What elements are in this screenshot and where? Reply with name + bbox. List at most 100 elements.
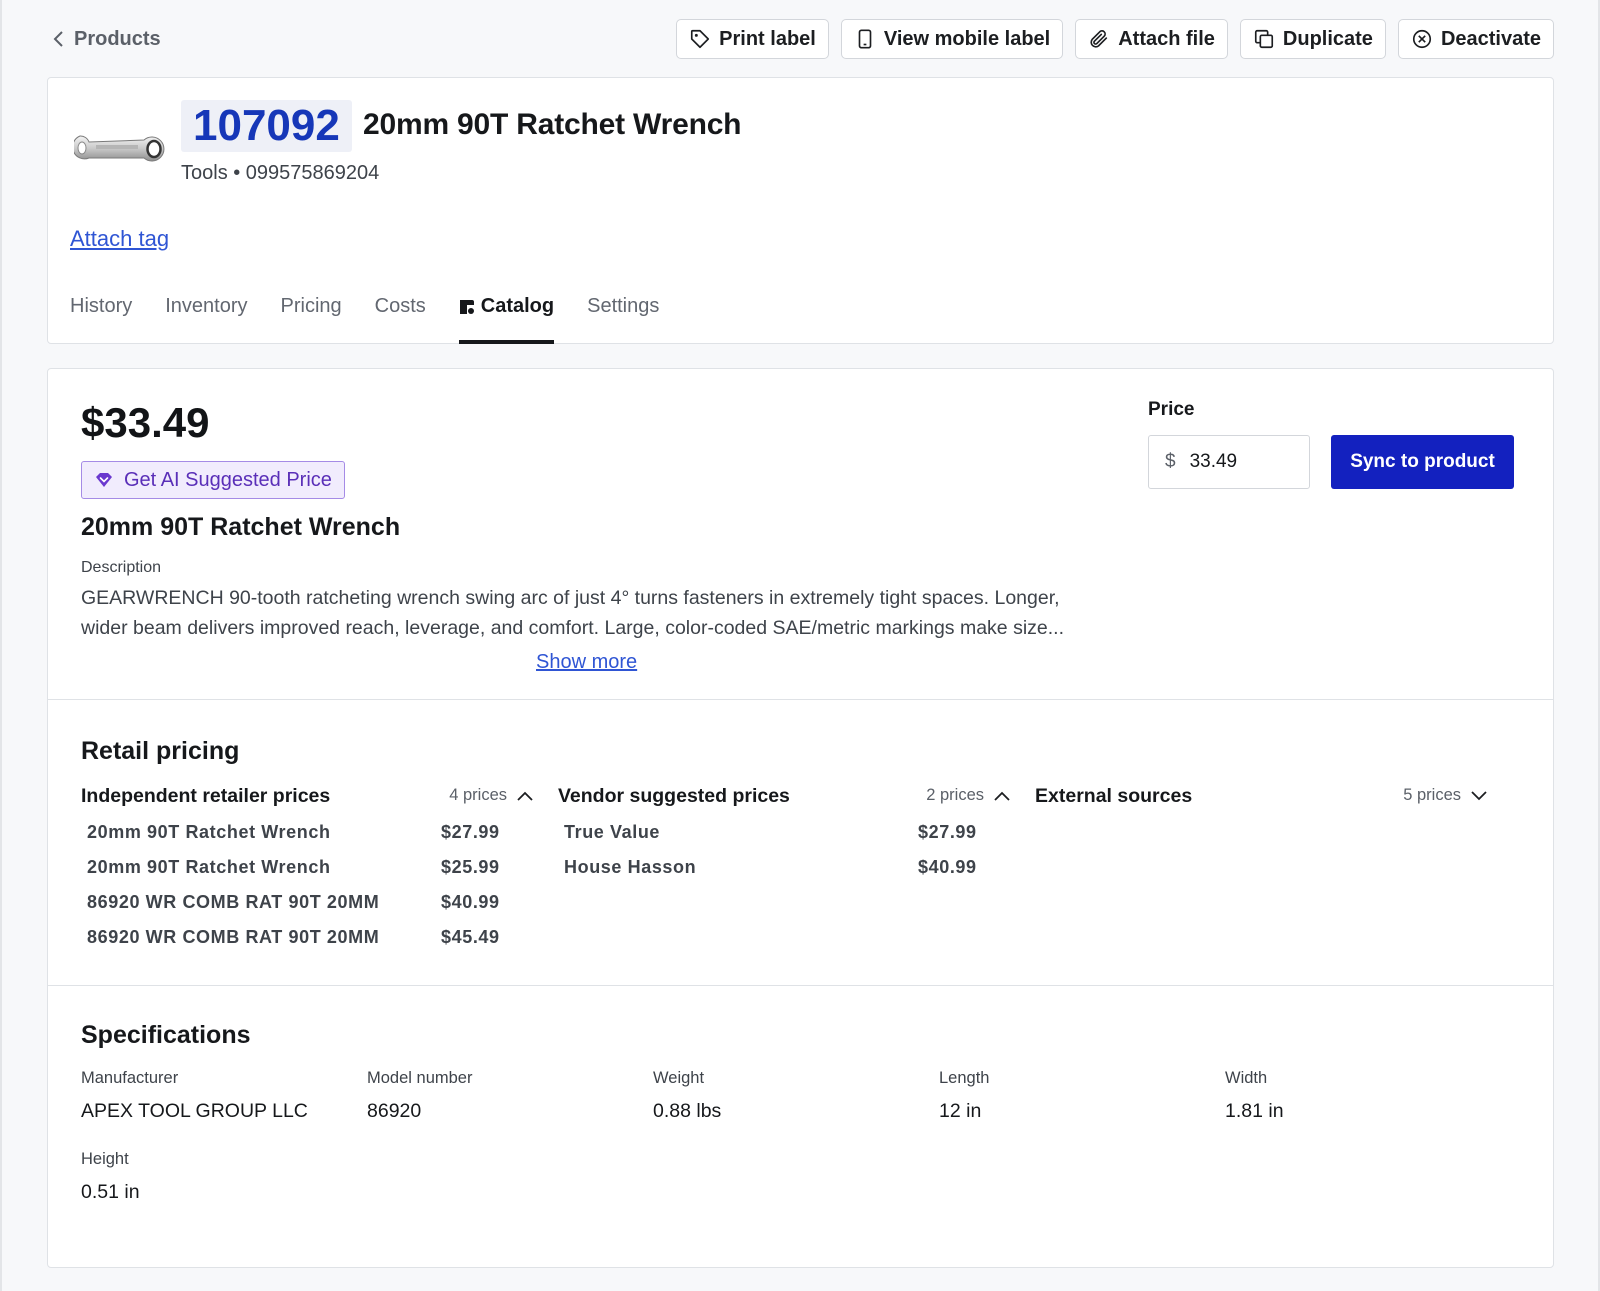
ai-suggested-price-button[interactable]: Get AI Suggested Price	[81, 461, 345, 499]
list-item: 86920 WR COMB RAT 90T 20MM $40.99	[81, 881, 533, 916]
spec-value: 12 in	[939, 1100, 982, 1122]
tab-inventory[interactable]: Inventory	[165, 286, 247, 344]
expand-toggle[interactable]: 5 prices	[1403, 786, 1487, 805]
spec-value: 0.51 in	[81, 1181, 140, 1203]
print-label-button[interactable]: Print label	[676, 19, 829, 59]
spec-label: Width	[1225, 1069, 1268, 1087]
attach-file-button[interactable]: Attach file	[1075, 19, 1228, 59]
retailer-price: $40.99	[441, 892, 500, 912]
price-field-label: Price	[1148, 399, 1195, 420]
chevron-down-icon	[1471, 790, 1487, 800]
tab-label: Catalog	[480, 295, 555, 317]
tab-costs[interactable]: Costs	[375, 286, 426, 344]
spec-label: Model number	[367, 1069, 473, 1087]
mobile-icon	[858, 29, 872, 49]
vendor-suggested-column: Vendor suggested prices 2 prices True Va…	[558, 785, 1010, 881]
back-link-label: Products	[74, 27, 161, 50]
list-item: 86920 WR COMB RAT 90T 20MM $45.49	[81, 916, 533, 951]
tab-label: Costs	[374, 295, 426, 317]
view-mobile-label-button[interactable]: View mobile label	[840, 19, 1064, 59]
tab-history[interactable]: History	[70, 286, 132, 344]
tab-label: Inventory	[165, 295, 248, 317]
duplicate-text: Duplicate	[1282, 27, 1373, 50]
current-price: $33.49	[81, 399, 210, 446]
deactivate-text: Deactivate	[1440, 27, 1541, 50]
tab-pricing[interactable]: Pricing	[281, 286, 342, 344]
list-item: True Value $27.99	[558, 811, 1010, 846]
price-input[interactable]	[1189, 451, 1300, 473]
catalog-product-title: 20mm 90T Ratchet Wrench	[81, 513, 401, 541]
show-more-link[interactable]: Show more	[536, 651, 637, 674]
deactivate-button[interactable]: Deactivate	[1397, 19, 1554, 59]
product-category-barcode: Tools • 099575869204	[181, 162, 380, 184]
top-bar: Products Print label View mobile label A…	[0, 0, 1600, 76]
vendor-name: House Hasson	[564, 857, 697, 877]
list-item: 20mm 90T Ratchet Wrench $27.99	[81, 811, 533, 846]
catalog-logo-icon	[459, 300, 474, 314]
column-header: External sources 5 prices	[1035, 785, 1487, 811]
independent-retailer-column: Independent retailer prices 4 prices 20m…	[81, 785, 533, 951]
section-divider	[48, 985, 1553, 986]
section-divider	[48, 699, 1553, 700]
spec-length: Length 12 in	[939, 1069, 1219, 1123]
product-tabs: History Inventory Pricing Costs Catalog …	[70, 286, 659, 344]
currency-symbol: $	[1165, 451, 1176, 472]
tab-label: Pricing	[280, 295, 342, 317]
page-edge	[0, 0, 2, 1291]
spec-width: Width 1.81 in	[1225, 1069, 1505, 1123]
price-field[interactable]: $	[1148, 435, 1310, 489]
chevron-up-icon	[994, 791, 1010, 801]
product-header-card: 107092 20mm 90T Ratchet Wrench Tools • 0…	[47, 77, 1554, 344]
duplicate-icon	[1254, 29, 1273, 49]
retailer-price: $27.99	[441, 822, 500, 842]
circle-x-icon	[1412, 29, 1432, 49]
column-heading: Independent retailer prices	[81, 785, 331, 807]
spec-label: Length	[939, 1069, 990, 1087]
vendor-price: $40.99	[918, 857, 977, 877]
print-label-text: Print label	[719, 27, 816, 50]
list-item: 20mm 90T Ratchet Wrench $25.99	[81, 846, 533, 881]
sync-to-product-button[interactable]: Sync to product	[1331, 435, 1514, 489]
price-count: 2 prices	[926, 786, 984, 804]
column-header: Vendor suggested prices 2 prices	[558, 785, 1010, 811]
action-toolbar: Print label View mobile label Attach fil…	[676, 19, 1554, 59]
spec-manufacturer: Manufacturer APEX TOOL GROUP LLC	[81, 1069, 361, 1123]
spec-value: 1.81 in	[1225, 1100, 1284, 1122]
column-heading: External sources	[1035, 785, 1193, 807]
column-header: Independent retailer prices 4 prices	[81, 785, 533, 811]
spec-model-number: Model number 86920	[367, 1069, 647, 1123]
product-sku-badge: 107092	[181, 100, 352, 152]
price-count: 4 prices	[449, 786, 507, 804]
spec-weight: Weight 0.88 lbs	[653, 1069, 933, 1123]
vendor-name: True Value	[564, 822, 661, 842]
vendor-price: $27.99	[918, 822, 977, 842]
view-mobile-label-text: View mobile label	[883, 27, 1051, 50]
retailer-name: 20mm 90T Ratchet Wrench	[87, 822, 331, 842]
page-bottom	[47, 1268, 1554, 1291]
retailer-price: $25.99	[441, 857, 500, 877]
collapse-toggle[interactable]: 4 prices	[449, 786, 533, 805]
description-text: GEARWRENCH 90-tooth ratcheting wrench sw…	[81, 587, 1064, 639]
tab-label: History	[70, 295, 133, 317]
tab-settings[interactable]: Settings	[587, 286, 659, 344]
spec-value: APEX TOOL GROUP LLC	[81, 1100, 308, 1122]
product-title: 20mm 90T Ratchet Wrench	[363, 108, 742, 141]
retailer-name: 86920 WR COMB RAT 90T 20MM	[87, 892, 380, 912]
ai-button-label: Get AI Suggested Price	[124, 468, 332, 491]
tab-catalog[interactable]: Catalog	[458, 286, 555, 344]
attach-tag-link[interactable]: Attach tag	[70, 226, 169, 252]
back-to-products-link[interactable]: Products	[52, 26, 161, 52]
product-thumbnail	[74, 135, 165, 162]
description-label: Description	[81, 559, 162, 576]
specifications-title: Specifications	[81, 1021, 251, 1049]
column-heading: Vendor suggested prices	[558, 785, 790, 807]
collapse-toggle[interactable]: 2 prices	[926, 786, 1010, 805]
spec-label: Manufacturer	[81, 1069, 179, 1087]
chevron-left-icon	[53, 31, 63, 47]
retailer-price: $45.49	[441, 927, 500, 947]
tab-label: Settings	[587, 295, 660, 317]
ai-sparkle-icon	[96, 473, 112, 487]
tag-icon	[691, 29, 710, 49]
retailer-name: 20mm 90T Ratchet Wrench	[87, 857, 331, 877]
duplicate-button[interactable]: Duplicate	[1239, 19, 1386, 59]
